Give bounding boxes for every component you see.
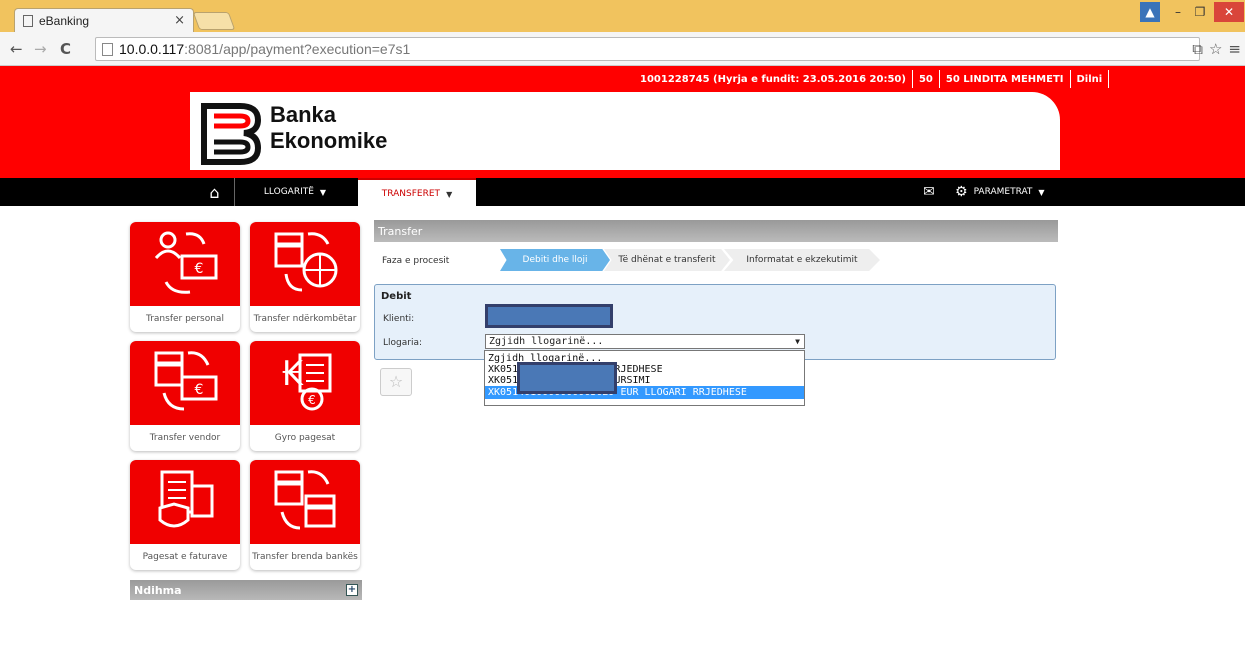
new-tab-button[interactable] [192,12,236,30]
tile-label: Transfer personal [146,314,224,324]
page-info-icon [102,42,113,56]
gear-icon: ⚙ [955,184,968,200]
help-panel-header[interactable]: Ndihma + [130,580,362,600]
personal-transfer-icon: € [154,231,218,294]
logout-link[interactable]: Dilni [1077,74,1103,85]
browser-tab[interactable]: eBanking × [14,8,194,32]
transfer-title: Transfer [378,224,423,238]
minimize-icon[interactable]: – [1168,2,1188,22]
main-nav: ⌂ LLOGARITË ▼ TRANSFERET ▼ ✉ ⚙ PARAMETRAT ▼ [0,178,1245,208]
page-icon [23,14,33,27]
mail-icon[interactable]: ✉ [914,178,944,206]
client-value-redacted [485,304,613,328]
back-icon[interactable]: ← [10,40,23,58]
help-label: Ndihma [134,583,182,597]
home-icon[interactable]: ⌂ [195,178,235,206]
account-select-value: Zgjidh llogarinë... [489,336,604,347]
international-transfer-icon [274,232,338,292]
logo-area: Banka Ekonomike [190,92,1060,170]
tile-international-transfer[interactable]: Transfer ndërkombëtar [250,222,360,332]
page: 1001228745 (Hyrja e fundit: 23.05.2016 2… [0,66,1245,672]
counter: 50 [918,73,933,85]
user-name[interactable]: 50 LINDITA MEHMETI [946,74,1064,85]
tile-internal-transfer[interactable]: Transfer brenda bankës [250,460,360,570]
close-window-icon[interactable]: ✕ [1214,2,1244,22]
transfer-panel-title: Transfer [374,220,1058,242]
tile-bill-payments[interactable]: Pagesat e faturave [130,460,240,570]
debit-title: Debit [381,291,412,302]
tab-title: eBanking [39,13,90,28]
bank-logo-icon [201,103,262,165]
nav-accounts[interactable]: LLOGARITË ▼ [240,178,350,206]
restore-icon[interactable]: ❐ [1190,2,1210,22]
step-debit-type: Debiti dhe lloji [500,249,610,271]
chevron-down-icon: ▼ [1038,187,1045,197]
url-host: 10.0.0.117 [119,41,185,57]
favorite-star-button[interactable]: ☆ [380,368,412,396]
svg-text:€: € [195,382,204,398]
bill-payment-icon [158,470,214,528]
url-input[interactable]: 10.0.0.117:8081/app/payment?execution=e7… [95,37,1200,61]
translate-icon[interactable]: ⧉ [1192,40,1203,58]
nav-transfers[interactable]: TRANSFERET ▼ [358,178,476,208]
svg-text:€: € [308,393,316,407]
tab-close-icon[interactable]: × [174,13,185,28]
account-label: Llogaria: [383,338,422,348]
user-info-bar: 1001228745 (Hyrja e fundit: 23.05.2016 2… [640,68,1115,90]
account-info: 1001228745 (Hyrja e fundit: 23.05.2016 2… [640,73,906,85]
brand-line1: Banka [270,102,337,127]
expand-icon[interactable]: + [346,584,358,596]
account-select[interactable]: Zgjidh llogarinë... ▼ [485,334,805,349]
profile-icon[interactable]: ▲ [1140,2,1160,22]
step-execution-info: Informatat e ekzekutimit [724,249,880,271]
phase-label: Faza e procesit [382,256,450,266]
forward-icon[interactable]: → [34,40,47,58]
tile-giro-payments[interactable]: ₭ € Gyro pagesat [250,341,360,451]
svg-text:€: € [195,261,204,277]
step-transfer-data: Të dhënat e transferit [604,249,730,271]
tile-personal-transfer[interactable]: € Transfer personal [130,222,240,332]
tile-label: Transfer brenda bankës [252,552,358,562]
internal-transfer-icon [274,470,336,530]
debit-section: Debit Klienti: Llogaria: Zgjidh llogarin… [374,284,1056,360]
nav-accounts-label: LLOGARITË [263,187,314,197]
url-path: :8081/app/payment?execution=e7s1 [184,41,411,57]
tile-label: Gyro pagesat [274,433,336,443]
chevron-down-icon: ▼ [795,337,800,346]
tile-label: Transfer vendor [149,433,221,443]
brand-name: Banka Ekonomike [270,102,387,154]
menu-icon[interactable]: ≡ [1228,40,1241,58]
reload-icon[interactable]: C [60,40,71,58]
domestic-transfer-icon: € [154,351,218,411]
brand-line2: Ekonomike [270,128,388,153]
account-numbers-redacted [517,362,617,394]
nav-transfers-label: TRANSFERET [381,189,441,199]
tile-label: Transfer ndërkombëtar [253,314,357,324]
address-bar: ← → C 10.0.0.117:8081/app/payment?execut… [0,32,1245,66]
chevron-down-icon: ▼ [319,187,327,197]
client-label: Klienti: [383,314,415,324]
tile-label: Pagesat e faturave [142,552,228,562]
tile-domestic-transfer[interactable]: € Transfer vendor [130,341,240,451]
nav-parameters[interactable]: ⚙ PARAMETRAT ▼ [955,178,1065,206]
browser-tabbar: eBanking × ▲ – ❐ ✕ [0,0,1245,32]
header-band: 1001228745 (Hyrja e fundit: 23.05.2016 2… [0,66,1245,178]
nav-parameters-label: PARAMETRAT [973,187,1033,197]
bookmark-star-icon[interactable]: ☆ [1209,40,1222,58]
chevron-down-icon: ▼ [446,189,453,199]
giro-payment-icon: ₭€ [282,353,332,411]
